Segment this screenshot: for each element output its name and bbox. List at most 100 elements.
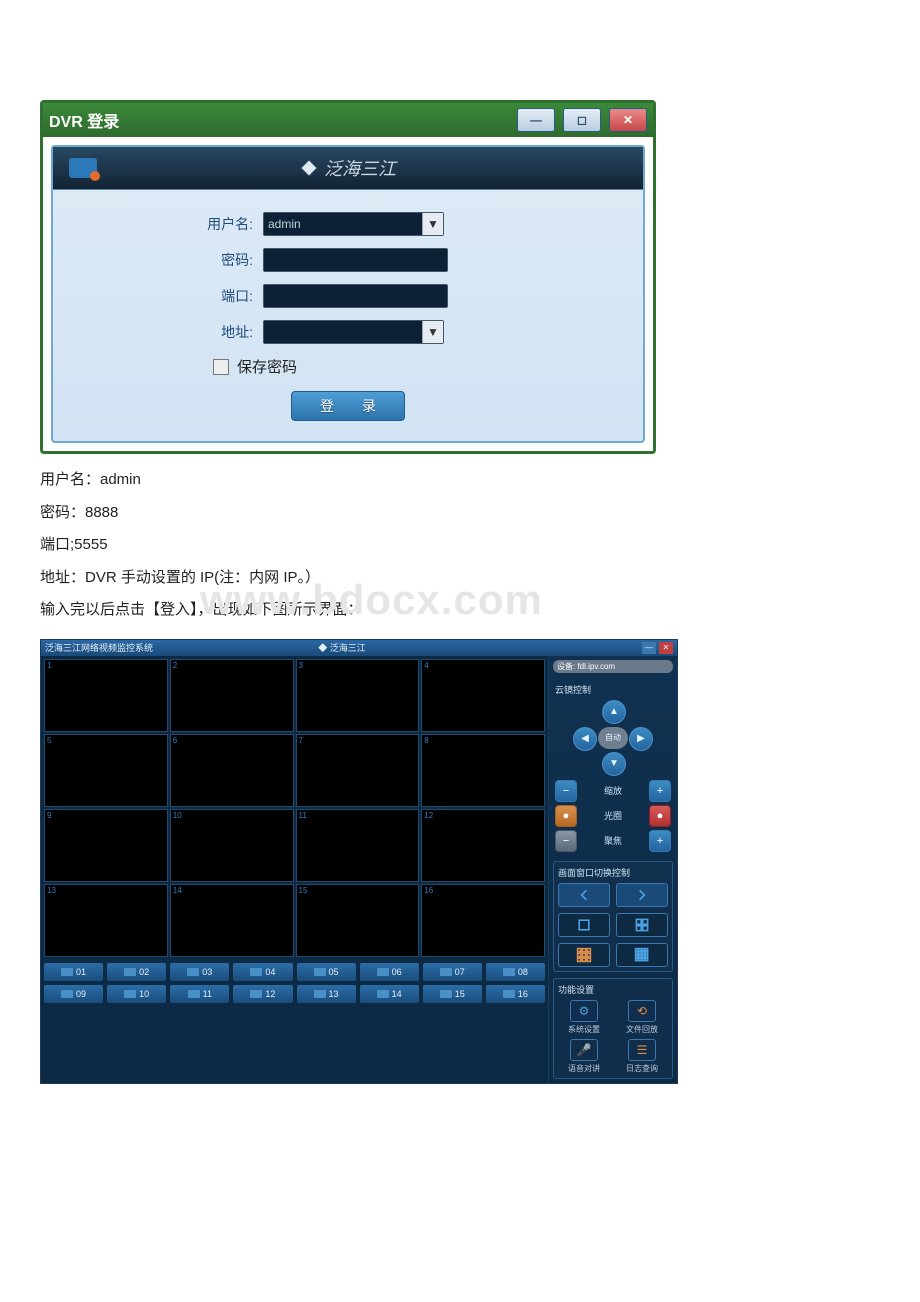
username-label: 用户名: — [93, 214, 263, 234]
layout-4-button[interactable] — [616, 913, 668, 937]
channel-button[interactable]: 11 — [170, 985, 229, 1003]
channel-button[interactable]: 14 — [360, 985, 419, 1003]
video-cell[interactable]: 11 — [296, 809, 420, 882]
video-cell[interactable]: 13 — [44, 884, 168, 957]
diamond-icon — [300, 159, 318, 177]
ptz-title: 云镜控制 — [555, 683, 671, 696]
focus-near-button[interactable]: − — [555, 830, 577, 852]
channel-bar-2: 09101112 13141516 — [44, 985, 545, 1003]
monitor-close-button[interactable]: ✕ — [659, 642, 673, 654]
file-playback-button[interactable]: ⟲文件回放 — [616, 1000, 668, 1035]
log-query-button[interactable]: ☰日志查询 — [616, 1039, 668, 1074]
layout-panel: 画面窗口切换控制 — [553, 861, 673, 972]
brand-label: 泛海三江 — [97, 155, 599, 181]
ptz-down-button[interactable]: ▼ — [602, 752, 626, 776]
ptz-panel: 云镜控制 ▲ ▼ ◀ ▶ 自动 − 缩放 + ● 光圈 ● — [553, 683, 673, 855]
system-settings-button[interactable]: ⚙系统设置 — [558, 1000, 610, 1035]
layout-9-button[interactable] — [558, 943, 610, 967]
dropdown-icon[interactable]: ▼ — [422, 321, 443, 343]
maximize-button[interactable]: ◻ — [563, 108, 601, 132]
monitor-brand: ◆ 泛海三江 — [318, 641, 366, 654]
channel-button[interactable]: 13 — [297, 985, 356, 1003]
doc-line-password: 密码：8888 — [40, 499, 880, 528]
video-cell[interactable]: 12 — [421, 809, 545, 882]
login-banner: 泛海三江 — [53, 147, 643, 190]
video-cell[interactable]: 10 — [170, 809, 294, 882]
doc-line-username: 用户名：admin — [40, 466, 880, 495]
monitor-titlebar: 泛海三江网络视频监控系统 ◆ 泛海三江 — ✕ — [41, 640, 677, 656]
save-password-checkbox[interactable] — [213, 359, 229, 375]
login-button[interactable]: 登 录 — [291, 391, 405, 421]
channel-button[interactable]: 04 — [233, 963, 292, 981]
ptz-up-button[interactable]: ▲ — [602, 700, 626, 724]
login-titlebar: DVR 登录 — ◻ ✕ — [43, 103, 653, 137]
ptz-control: ▲ ▼ ◀ ▶ 自动 — [573, 700, 653, 776]
channel-button[interactable]: 09 — [44, 985, 103, 1003]
dropdown-icon[interactable]: ▼ — [422, 213, 443, 235]
layout-prev-button[interactable] — [558, 883, 610, 907]
port-input[interactable] — [263, 284, 448, 308]
video-cell[interactable]: 4 — [421, 659, 545, 732]
channel-button[interactable]: 01 — [44, 963, 103, 981]
video-cell[interactable]: 14 — [170, 884, 294, 957]
address-label: 地址: — [93, 322, 263, 342]
zoom-label: 缩放 — [604, 784, 622, 797]
doc-line-address: 地址：DVR 手动设置的 IP(注：内网 IP。） — [40, 564, 880, 593]
video-cell[interactable]: 2 — [170, 659, 294, 732]
channel-button[interactable]: 12 — [233, 985, 292, 1003]
video-cell[interactable]: 8 — [421, 734, 545, 807]
layout-title: 画面窗口切换控制 — [558, 866, 668, 879]
channel-button[interactable]: 10 — [107, 985, 166, 1003]
close-button[interactable]: ✕ — [609, 108, 647, 132]
doc-line-instruction: 输入完以后点击【登入】，出现如下图所示界面： — [40, 596, 880, 625]
voice-talk-button[interactable]: 🎤语音对讲 — [558, 1039, 610, 1074]
video-cell[interactable]: 6 — [170, 734, 294, 807]
doc-line-port: 端口;5555 — [40, 531, 880, 560]
function-panel: 功能设置 ⚙系统设置 ⟲文件回放 🎤语音对讲 ☰日志查询 — [553, 978, 673, 1079]
layout-next-button[interactable] — [616, 883, 668, 907]
save-password-label: 保存密码 — [237, 356, 297, 377]
address-input[interactable]: ▼ — [263, 320, 444, 344]
dvr-login-window: DVR 登录 — ◻ ✕ 泛海三江 用户名: admin ▼ — [40, 100, 656, 454]
video-grid: 12345678910111213141516 — [44, 659, 545, 957]
channel-button[interactable]: 05 — [297, 963, 356, 981]
video-cell[interactable]: 3 — [296, 659, 420, 732]
video-cell[interactable]: 1 — [44, 659, 168, 732]
login-title: DVR 登录 — [49, 108, 509, 132]
video-cell[interactable]: 7 — [296, 734, 420, 807]
microphone-icon: 🎤 — [570, 1039, 598, 1061]
video-cell[interactable]: 5 — [44, 734, 168, 807]
channel-button[interactable]: 02 — [107, 963, 166, 981]
log-icon: ☰ — [628, 1039, 656, 1061]
zoom-out-button[interactable]: − — [555, 780, 577, 802]
channel-bar: 01020304 05060708 — [44, 963, 545, 981]
channel-button[interactable]: 06 — [360, 963, 419, 981]
channel-button[interactable]: 07 — [423, 963, 482, 981]
video-cell[interactable]: 15 — [296, 884, 420, 957]
iris-open-button[interactable]: ● — [649, 805, 671, 827]
ptz-right-button[interactable]: ▶ — [629, 727, 653, 751]
zoom-in-button[interactable]: + — [649, 780, 671, 802]
channel-button[interactable]: 15 — [423, 985, 482, 1003]
monitor-window: 泛海三江网络视频监控系统 ◆ 泛海三江 — ✕ 1234567891011121… — [40, 639, 678, 1084]
ptz-left-button[interactable]: ◀ — [573, 727, 597, 751]
password-input[interactable] — [263, 248, 448, 272]
channel-button[interactable]: 03 — [170, 963, 229, 981]
iris-close-button[interactable]: ● — [555, 805, 577, 827]
video-cell[interactable]: 16 — [421, 884, 545, 957]
minimize-button[interactable]: — — [517, 108, 555, 132]
password-label: 密码: — [93, 250, 263, 270]
camera-icon — [69, 158, 97, 178]
video-cell[interactable]: 9 — [44, 809, 168, 882]
iris-label: 光圈 — [604, 809, 622, 822]
gear-icon: ⚙ — [570, 1000, 598, 1022]
focus-far-button[interactable]: + — [649, 830, 671, 852]
channel-button[interactable]: 08 — [486, 963, 545, 981]
layout-1-button[interactable] — [558, 913, 610, 937]
username-input[interactable]: admin ▼ — [263, 212, 444, 236]
monitor-minimize-button[interactable]: — — [642, 642, 656, 654]
layout-16-button[interactable] — [616, 943, 668, 967]
focus-label: 聚焦 — [604, 834, 622, 847]
channel-button[interactable]: 16 — [486, 985, 545, 1003]
ptz-auto-button[interactable]: 自动 — [598, 727, 628, 749]
